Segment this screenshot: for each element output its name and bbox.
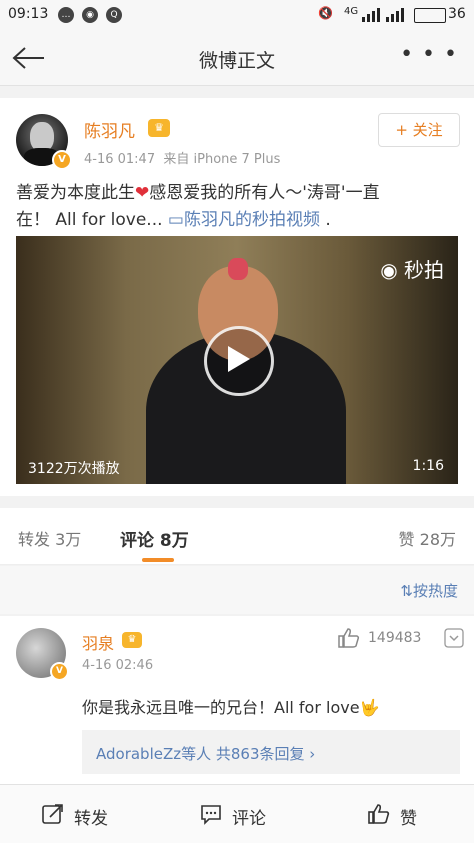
video-person-hair [228,258,248,280]
comment-button[interactable]: 评论 [158,785,316,843]
battery-icon [414,8,446,23]
comment-text: 你是我永远且唯一的兄台！All for love🤟 [82,698,380,717]
like-label: 赞 [400,809,417,829]
vip-crown-icon: ♛ [148,119,170,137]
battery-level: 36 [448,6,466,22]
sort-icon: ⇅ [400,582,413,600]
repost-button[interactable]: 转发 [0,785,158,843]
author-name[interactable]: 陈羽凡 [84,117,135,142]
sort-by-hot-button[interactable]: ⇅按热度 [400,580,458,601]
post-text-part2: 感恩爱我的所有人～'涛哥'一直 [149,183,380,203]
reply-summary-text[interactable]: AdorableZz等人 共863条回复 › [96,743,315,764]
interaction-tabs: 转发 3万 评论 8万 赞 28万 [0,508,474,565]
video-link-icon: ▭ [167,210,184,230]
active-tab-indicator [142,558,174,562]
vip-crown-icon: ♛ [122,632,142,648]
post-text: 善爱为本度此生❤感恩爱我的所有人～'涛哥'一直 在！ All for love.… [16,180,460,234]
comment-label: 评论 [232,809,266,829]
mute-icon: 🔇 [318,6,333,20]
verified-badge-icon: V [52,150,72,170]
like-button[interactable]: 赞 [316,785,474,843]
follow-button[interactable]: + 关注 [378,113,460,147]
comment-time: 4-16 02:46 [82,658,154,673]
video-link[interactable]: 陈羽凡的秒拍视频 [184,210,320,230]
tab-repost[interactable]: 转发 3万 [18,526,81,550]
thumbs-up-icon[interactable] [338,628,360,648]
chat-icon: ◉ [82,7,98,23]
repost-label: 转发 [74,809,108,829]
heart-icon: ❤ [135,183,150,203]
browser-icon: Q [106,7,122,23]
tab-comment[interactable]: 评论 8万 [120,526,189,551]
comment-like-count: 149483 [368,630,422,646]
more-options-icon[interactable]: • • • [400,42,458,67]
hand-gesture-icon: 🤟 [359,698,380,717]
post-meta: 4-16 01:47 来自 iPhone 7 Plus [84,148,280,167]
play-count: 3122万次播放 [28,461,120,477]
video-player[interactable]: ◉ 秒拍 3122万次播放 1:16 [16,236,458,484]
sort-bar: ⇅按热度 [0,566,474,614]
top-header: 微博正文 • • • [0,30,474,86]
verified-badge-icon: V [50,662,69,681]
repost-icon [42,804,63,824]
comment-icon [201,805,221,825]
post-text-part4: . [319,210,331,230]
tab-like[interactable]: 赞 28万 [399,526,456,550]
network-label: 4G [344,6,359,17]
post-time: 4-16 01:47 [84,152,156,167]
post-text-part3: 在！ All for love... [16,210,168,230]
post-source: 来自 iPhone 7 Plus [163,152,281,167]
video-duration: 1:16 [412,458,444,474]
status-bar: 09:13 … ◉ Q 🔇 4G 36 [0,0,474,30]
reply-summary[interactable]: AdorableZz等人 共863条回复 › [82,730,460,774]
commenter-name[interactable]: 羽泉 [82,630,114,654]
bottom-action-bar: 转发 评论 赞 [0,784,474,843]
post-text-part1: 善爱为本度此生 [16,183,135,203]
thumbs-up-icon [368,804,390,824]
status-time: 09:13 [8,6,49,22]
chevron-down-icon[interactable] [444,628,464,648]
signal-icon [362,8,404,22]
message-icon: … [58,7,74,23]
miaopai-logo: ◉ 秒拍 [380,258,444,282]
play-icon [228,346,250,372]
